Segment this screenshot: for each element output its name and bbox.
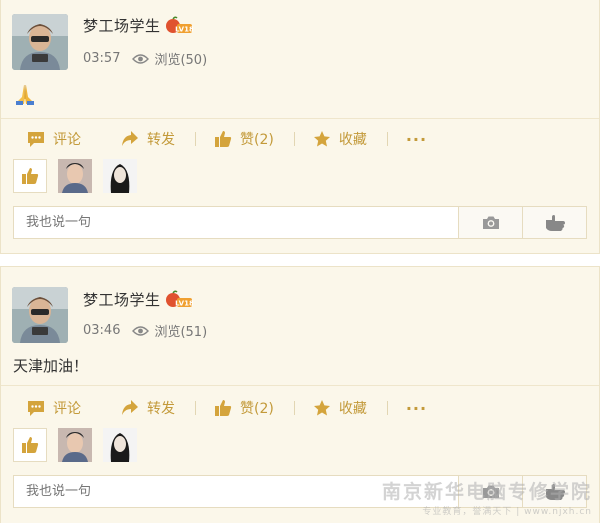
eye-icon — [132, 53, 150, 64]
action-bar: 评论 转发 赞(2) 收藏 ··· — [1, 119, 599, 159]
star-icon — [313, 400, 330, 416]
post-text: 天津加油！ — [13, 357, 89, 375]
avatar[interactable] — [12, 287, 68, 343]
post-content: 天津加油！ — [13, 355, 88, 376]
level-badge-text: LV18 — [175, 25, 193, 33]
post-card: 梦工场学生 LV18 03:57 浏览(50) 评论 转发 赞(2) 收藏 ··… — [0, 0, 600, 254]
share-label: 转发 — [147, 401, 175, 417]
send-button[interactable] — [522, 476, 586, 507]
like-label: 赞(2) — [240, 401, 274, 417]
likers-row — [13, 428, 148, 462]
liker-avatar[interactable] — [103, 159, 137, 193]
comment-input[interactable] — [14, 207, 458, 238]
more-button[interactable]: ··· — [388, 388, 427, 428]
post-meta: 03:46 浏览(51) — [83, 321, 207, 340]
star-icon — [313, 131, 330, 147]
comment-button[interactable]: 评论 — [1, 388, 81, 428]
post-time: 03:57 — [83, 51, 121, 66]
comment-icon — [28, 132, 44, 147]
author-name[interactable]: 梦工场学生 — [83, 289, 161, 310]
more-label: ··· — [405, 129, 428, 149]
favorite-label: 收藏 — [338, 132, 367, 148]
send-button[interactable] — [522, 207, 586, 238]
thumbs-up-icon — [22, 437, 39, 453]
camera-icon — [482, 216, 499, 229]
level-badge-icon: LV18 — [165, 15, 193, 36]
camera-button[interactable] — [458, 476, 522, 507]
pointing-hand-icon — [545, 214, 565, 231]
thumbs-up-icon — [22, 168, 39, 184]
like-button[interactable]: 赞(2) — [196, 119, 274, 159]
liker-like-button[interactable] — [13, 428, 47, 462]
view-count: 浏览(50) — [154, 53, 208, 68]
share-button[interactable]: 转发 — [81, 388, 175, 428]
favorite-label: 收藏 — [338, 401, 367, 417]
liker-like-button[interactable] — [13, 159, 47, 193]
favorite-button[interactable]: 收藏 — [295, 119, 367, 159]
action-bar: 评论 转发 赞(2) 收藏 ··· — [1, 388, 599, 428]
more-label: ··· — [405, 398, 428, 418]
eye-icon — [132, 325, 150, 336]
share-button[interactable]: 转发 — [81, 119, 175, 159]
liker-avatar[interactable] — [103, 428, 137, 462]
thumbs-up-icon — [215, 400, 232, 416]
praying-hands-icon — [16, 85, 34, 105]
thumbs-up-icon — [215, 131, 232, 147]
avatar[interactable] — [12, 14, 68, 70]
likers-row — [13, 159, 148, 193]
post-card: 梦工场学生 LV18 03:46 浏览(51) 天津加油！ 评论 转发 赞(2)… — [0, 266, 600, 523]
liker-avatar[interactable] — [58, 159, 92, 193]
post-meta: 03:57 浏览(50) — [83, 49, 207, 68]
author-row: 梦工场学生 LV18 — [83, 289, 193, 310]
liker-avatar[interactable] — [58, 428, 92, 462]
pointing-hand-icon — [545, 483, 565, 500]
post-time: 03:46 — [83, 323, 121, 338]
post-content — [13, 83, 37, 109]
level-badge-text: LV18 — [175, 299, 193, 307]
comment-box — [13, 475, 587, 508]
camera-button[interactable] — [458, 207, 522, 238]
share-arrow-icon — [122, 131, 138, 146]
share-label: 转发 — [147, 132, 175, 148]
like-button[interactable]: 赞(2) — [196, 388, 274, 428]
divider — [1, 385, 599, 386]
favorite-button[interactable]: 收藏 — [295, 388, 367, 428]
comment-button[interactable]: 评论 — [1, 119, 81, 159]
comment-icon — [28, 401, 44, 416]
camera-icon — [482, 485, 499, 498]
comment-input[interactable] — [14, 476, 458, 507]
comment-box — [13, 206, 587, 239]
comment-label: 评论 — [53, 401, 81, 417]
like-label: 赞(2) — [240, 132, 274, 148]
comment-label: 评论 — [53, 132, 81, 148]
share-arrow-icon — [122, 400, 138, 415]
author-row: 梦工场学生 LV18 — [83, 15, 193, 36]
level-badge-icon: LV18 — [165, 289, 193, 310]
more-button[interactable]: ··· — [388, 119, 427, 159]
view-count: 浏览(51) — [154, 325, 208, 340]
author-name[interactable]: 梦工场学生 — [83, 15, 161, 36]
